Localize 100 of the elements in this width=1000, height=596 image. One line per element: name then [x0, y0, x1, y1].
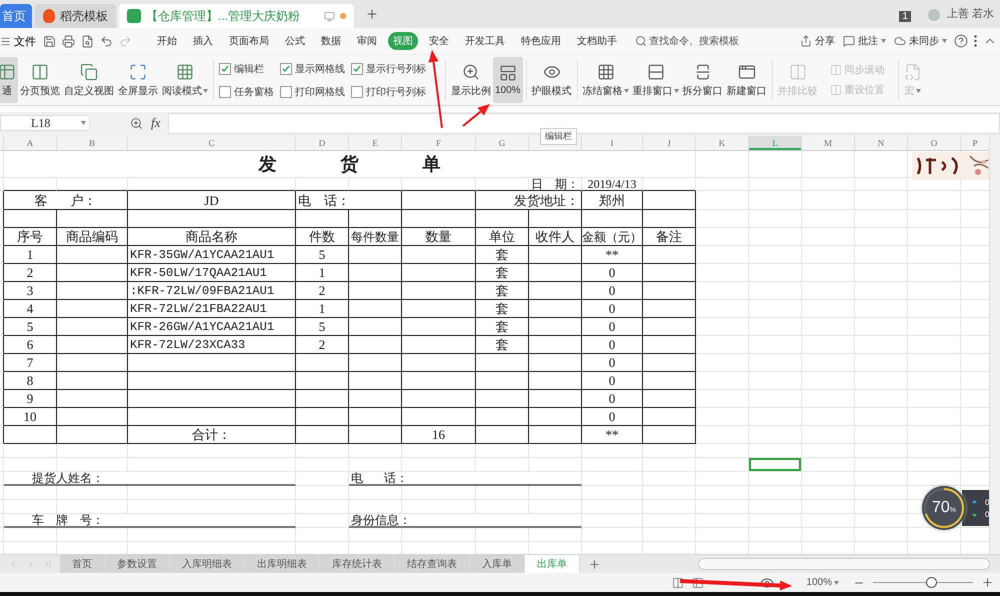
checkbox[interactable]: [280, 86, 292, 98]
table-cell: :KFR-72LW/09FBA21AU1: [128, 282, 296, 300]
checkbox[interactable]: [219, 62, 231, 74]
toolbar-button[interactable]: 批注: [839, 34, 890, 48]
ribbon-button[interactable]: 拆分窗口: [680, 57, 725, 103]
menu-tab[interactable]: 开始: [152, 32, 182, 50]
up-arrow-icon: [972, 500, 977, 504]
ribbon-button[interactable]: 新建窗口: [724, 57, 769, 103]
column-header[interactable]: G: [476, 136, 529, 151]
columns-icon: [31, 62, 49, 80]
column-header[interactable]: N: [855, 136, 908, 151]
document-tab[interactable]: 【仓库管理】...管理大庆奶粉: [119, 4, 354, 28]
share-icon: [800, 35, 812, 47]
menu-tab[interactable]: 公式: [280, 32, 310, 50]
column-header[interactable]: O: [908, 136, 961, 151]
table-cell: 1: [4, 246, 57, 264]
save-icon: [43, 34, 56, 48]
file-menu[interactable]: 文件: [0, 34, 40, 48]
menu-tab[interactable]: 审阅: [352, 32, 382, 50]
speed-value: 0: [985, 498, 989, 506]
table-cell: 金额（元）: [582, 228, 643, 246]
table-cell: KFR-72LW/21FBA22AU1: [128, 300, 296, 318]
table-cell: 套: [476, 336, 529, 354]
menu-tab[interactable]: 文档助手: [572, 32, 622, 50]
document-tab[interactable]: 稻壳模板: [35, 4, 116, 28]
sheet-tab[interactable]: 入库明细表: [170, 555, 245, 573]
column-header[interactable]: K: [696, 136, 749, 151]
document-tab[interactable]: 首页: [0, 4, 32, 28]
column-header[interactable]: E: [349, 136, 402, 151]
table-cell: 9: [4, 390, 57, 408]
table-cell: 客 户：: [4, 191, 128, 210]
sheet-tab[interactable]: 库存统计表: [320, 555, 395, 573]
sheet-tab[interactable]: 参数设置: [105, 555, 170, 573]
ribbon-button[interactable]: 分页预览: [18, 57, 62, 103]
ribbon-button[interactable]: 全屏显示: [116, 57, 160, 103]
print-preview-icon: [81, 34, 94, 48]
checkbox[interactable]: [280, 62, 292, 74]
column-header[interactable]: A: [4, 136, 57, 151]
grid-icon: [0, 62, 16, 80]
menu-tab[interactable]: 数据: [316, 32, 346, 50]
printer-icon: [62, 34, 75, 48]
toolbar-button[interactable]: 分享: [796, 34, 839, 48]
user-name[interactable]: 上善 若水: [946, 6, 994, 21]
ribbon-button[interactable]: 显示比例: [449, 57, 493, 103]
zoom-level[interactable]: 100%: [800, 576, 845, 589]
ribbon-button[interactable]: 冻结窗格: [580, 57, 631, 103]
menu-tab[interactable]: 特色应用: [516, 32, 566, 50]
table-cell: 0: [582, 390, 643, 408]
checkbox[interactable]: [219, 86, 231, 98]
zoom-in-icon: [981, 576, 994, 589]
function-button[interactable]: fx: [151, 115, 160, 131]
window-icon: [80, 62, 98, 80]
column-header[interactable]: J: [643, 136, 696, 151]
checkbox[interactable]: [351, 62, 363, 74]
table-cell: 5: [296, 318, 349, 336]
help-icon: [954, 34, 968, 48]
signature-line: 提货人姓名：: [4, 472, 296, 486]
table-cell: 8: [4, 372, 57, 390]
table-cell: 2: [4, 264, 57, 282]
column-header[interactable]: B: [57, 136, 128, 151]
table-cell: 0: [582, 354, 643, 372]
column-header[interactable]: M: [802, 136, 855, 151]
menu-tab[interactable]: 安全: [424, 32, 454, 50]
menu-tab[interactable]: 页面布局: [224, 32, 274, 50]
vertical-scrollbar[interactable]: [989, 136, 1000, 554]
ribbon-button[interactable]: 自定义视图: [62, 57, 116, 103]
column-header[interactable]: D: [296, 136, 349, 151]
table-cell: 0: [582, 408, 643, 426]
table-cell: 单位: [476, 228, 529, 246]
column-header[interactable]: F: [402, 136, 476, 151]
checkbox[interactable]: [351, 86, 363, 98]
ribbon-button[interactable]: 阅读模式: [160, 57, 210, 103]
sheet-tab[interactable]: 首页: [60, 555, 105, 573]
toolbar-button[interactable]: 未同步: [890, 34, 951, 48]
redo-icon: [119, 34, 132, 48]
table-cell: 1: [296, 264, 349, 282]
menu-tab[interactable]: 开发工具: [460, 32, 510, 50]
avatar[interactable]: [928, 9, 940, 21]
name-box[interactable]: L18: [0, 115, 90, 131]
down-arrow-icon: [972, 512, 977, 516]
cloud-icon: [894, 35, 906, 47]
command-search[interactable]: 查找命令、搜索模板: [635, 34, 739, 48]
ribbon-button[interactable]: 100%: [493, 57, 523, 103]
ribbon-button[interactable]: 护眼模式: [530, 57, 574, 103]
column-header[interactable]: I: [582, 136, 643, 151]
table-cell: 0: [582, 282, 643, 300]
window-icon: [738, 62, 756, 80]
column-header[interactable]: P: [961, 136, 989, 151]
page-view-icon: [672, 576, 684, 588]
sheet-tab[interactable]: 结存查询表: [395, 555, 470, 573]
sheet-tab[interactable]: 出库明细表: [245, 555, 320, 573]
table-cell: 套: [476, 246, 529, 264]
ribbon-button[interactable]: 通: [0, 57, 18, 103]
column-header[interactable]: C: [128, 136, 296, 151]
sheet-tab[interactable]: 入库单: [470, 555, 525, 573]
menu-tab[interactable]: 插入: [188, 32, 218, 50]
ribbon-button[interactable]: 重排窗口: [630, 57, 681, 103]
formula-field[interactable]: [168, 112, 1000, 134]
horizontal-scrollbar[interactable]: [698, 558, 990, 570]
columns-icon: [830, 84, 842, 96]
